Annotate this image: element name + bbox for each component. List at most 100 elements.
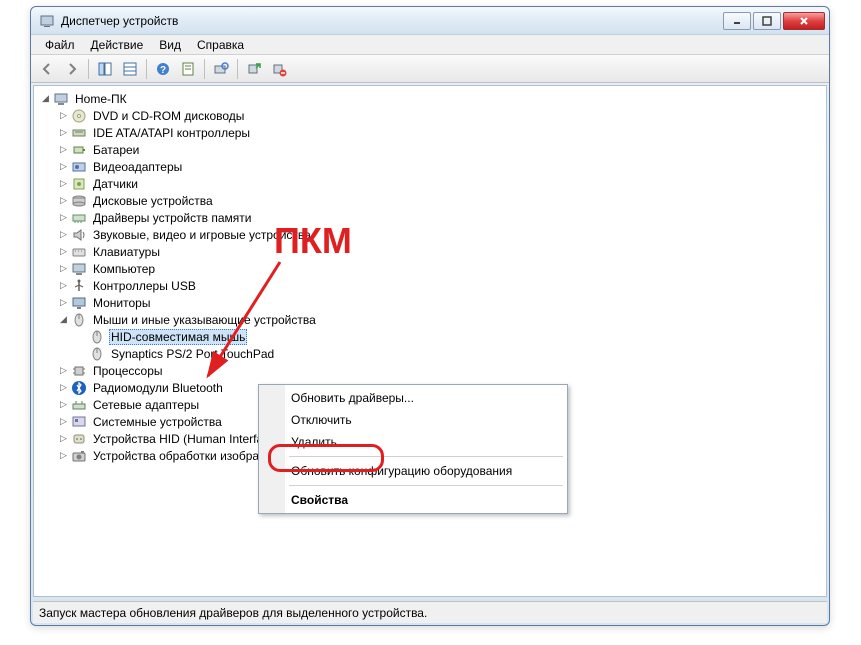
tree-expander[interactable]: ▷ bbox=[58, 127, 69, 138]
statusbar: Запуск мастера обновления драйверов для … bbox=[33, 601, 827, 623]
tree-expander[interactable]: ▷ bbox=[58, 178, 69, 189]
cpu-icon bbox=[71, 363, 87, 379]
ide-icon bbox=[71, 125, 87, 141]
tree-expander[interactable]: ▷ bbox=[58, 246, 69, 257]
device-tree-panel[interactable]: ◢ Home-ПК ▷ DVD и CD-ROM дисководы ▷ IDE ATA/… bbox=[33, 85, 827, 597]
tree-item-label: HID-совместимая мышь bbox=[109, 329, 247, 345]
mouse-icon bbox=[71, 312, 87, 328]
tree-category[interactable]: ▷ Датчики bbox=[36, 175, 822, 192]
tree-category[interactable]: ◢Мыши и иные указывающие устройства bbox=[36, 311, 822, 328]
tree-item-label: Дисковые устройства bbox=[91, 194, 215, 208]
bluetooth-icon bbox=[71, 380, 87, 396]
tree-device[interactable]: HID-совместимая мышь bbox=[36, 328, 822, 345]
tree-item-label: Сетевые адаптеры bbox=[91, 398, 201, 412]
minimize-button[interactable] bbox=[723, 12, 751, 30]
system-icon bbox=[71, 414, 87, 430]
ctx-update-drivers[interactable]: Обновить драйверы... bbox=[261, 387, 565, 409]
mouse-icon bbox=[89, 329, 105, 345]
network-icon bbox=[71, 397, 87, 413]
tree-category[interactable]: ▷Контроллеры USB bbox=[36, 277, 822, 294]
properties-button[interactable] bbox=[176, 57, 200, 81]
uninstall-button[interactable] bbox=[267, 57, 291, 81]
tree-expander[interactable]: ▷ bbox=[58, 212, 69, 223]
tree-item-label: Батареи bbox=[91, 143, 141, 157]
show-hide-tree-button[interactable] bbox=[93, 57, 117, 81]
nav-forward-button[interactable] bbox=[60, 57, 84, 81]
tree-category[interactable]: ▷ Мониторы bbox=[36, 294, 822, 311]
tree-item-label: Датчики bbox=[91, 177, 140, 191]
tree-item-label: Радиомодули Bluetooth bbox=[91, 381, 225, 395]
tree-item-label: Системные устройства bbox=[91, 415, 224, 429]
tree-item-label: Драйверы устройств памяти bbox=[91, 211, 253, 225]
close-button[interactable] bbox=[783, 12, 825, 30]
maximize-button[interactable] bbox=[753, 12, 781, 30]
menu-action[interactable]: Действие bbox=[83, 36, 152, 54]
ctx-disable[interactable]: Отключить bbox=[261, 409, 565, 431]
tree-device[interactable]: Synaptics PS/2 Port TouchPad bbox=[36, 345, 822, 362]
tree-expander[interactable]: ▷ bbox=[58, 399, 69, 410]
tree-category[interactable]: ▷Клавиатуры bbox=[36, 243, 822, 260]
tree-expander[interactable]: ▷ bbox=[58, 365, 69, 376]
tree-root[interactable]: ◢ Home-ПК bbox=[36, 90, 822, 107]
tree-expander[interactable]: ▷ bbox=[58, 144, 69, 155]
tree-category[interactable]: ▷ Батареи bbox=[36, 141, 822, 158]
app-icon bbox=[39, 13, 55, 29]
titlebar[interactable]: Диспетчер устройств bbox=[31, 7, 829, 35]
disk-icon bbox=[71, 193, 87, 209]
toolbar-separator bbox=[88, 59, 89, 79]
tree-expander[interactable]: ▷ bbox=[58, 280, 69, 291]
computer-icon bbox=[71, 261, 87, 277]
ctx-properties[interactable]: Свойства bbox=[261, 489, 565, 511]
tree-expander[interactable]: ▷ bbox=[58, 297, 69, 308]
tree-expander[interactable]: ▷ bbox=[58, 416, 69, 427]
ctx-separator bbox=[289, 456, 563, 457]
tree-category[interactable]: ▷Процессоры bbox=[36, 362, 822, 379]
tree-expander[interactable]: ▷ bbox=[58, 161, 69, 172]
tree-category[interactable]: ▷ DVD и CD-ROM дисководы bbox=[36, 107, 822, 124]
view-mode-button[interactable] bbox=[118, 57, 142, 81]
tree-expander[interactable]: ▷ bbox=[58, 110, 69, 121]
monitor-icon bbox=[71, 295, 87, 311]
svg-text:?: ? bbox=[160, 65, 166, 76]
menu-help[interactable]: Справка bbox=[189, 36, 252, 54]
update-driver-button[interactable] bbox=[242, 57, 266, 81]
mouse-icon bbox=[89, 346, 105, 362]
tree-expander[interactable]: ▷ bbox=[58, 433, 69, 444]
device-manager-window: Диспетчер устройств Файл Действие Вид Сп… bbox=[30, 6, 830, 626]
tree-expander[interactable]: ◢ bbox=[58, 314, 69, 325]
tree-expander[interactable]: ◢ bbox=[40, 93, 51, 104]
computer-icon bbox=[53, 91, 69, 107]
tree-expander[interactable]: ▷ bbox=[58, 382, 69, 393]
sensor-icon bbox=[71, 176, 87, 192]
menu-file[interactable]: Файл bbox=[37, 36, 83, 54]
tree-item-label: Мониторы bbox=[91, 296, 152, 310]
tree-category[interactable]: ▷Звуковые, видео и игровые устройства bbox=[36, 226, 822, 243]
status-text: Запуск мастера обновления драйверов для … bbox=[39, 606, 427, 620]
menu-view[interactable]: Вид bbox=[151, 36, 189, 54]
help-button[interactable]: ? bbox=[151, 57, 175, 81]
tree-item-label: IDE ATA/ATAPI контроллеры bbox=[91, 126, 252, 140]
tree-item-label: Home-ПК bbox=[73, 92, 129, 106]
tree-category[interactable]: ▷ IDE ATA/ATAPI контроллеры bbox=[36, 124, 822, 141]
tree-item-label: Видеоадаптеры bbox=[91, 160, 184, 174]
tree-category[interactable]: ▷ Компьютер bbox=[36, 260, 822, 277]
battery-icon bbox=[71, 142, 87, 158]
memory-icon bbox=[71, 210, 87, 226]
tree-expander[interactable]: ▷ bbox=[58, 263, 69, 274]
tree-expander[interactable]: ▷ bbox=[58, 195, 69, 206]
sound-icon bbox=[71, 227, 87, 243]
ctx-update-config[interactable]: Обновить конфигурацию оборудования bbox=[261, 460, 565, 482]
context-menu: Обновить драйверы... Отключить Удалить О… bbox=[258, 384, 568, 514]
tree-item-label: Компьютер bbox=[91, 262, 157, 276]
tree-category[interactable]: ▷ Дисковые устройства bbox=[36, 192, 822, 209]
scan-hardware-button[interactable] bbox=[209, 57, 233, 81]
imaging-icon bbox=[71, 448, 87, 464]
nav-back-button[interactable] bbox=[35, 57, 59, 81]
tree-category[interactable]: ▷ Видеоадаптеры bbox=[36, 158, 822, 175]
tree-expander[interactable]: ▷ bbox=[58, 450, 69, 461]
tree-expander[interactable]: ▷ bbox=[58, 229, 69, 240]
ctx-delete[interactable]: Удалить bbox=[261, 431, 565, 453]
tree-category[interactable]: ▷ Драйверы устройств памяти bbox=[36, 209, 822, 226]
toolbar-separator bbox=[146, 59, 147, 79]
tree-item-label: DVD и CD-ROM дисководы bbox=[91, 109, 246, 123]
